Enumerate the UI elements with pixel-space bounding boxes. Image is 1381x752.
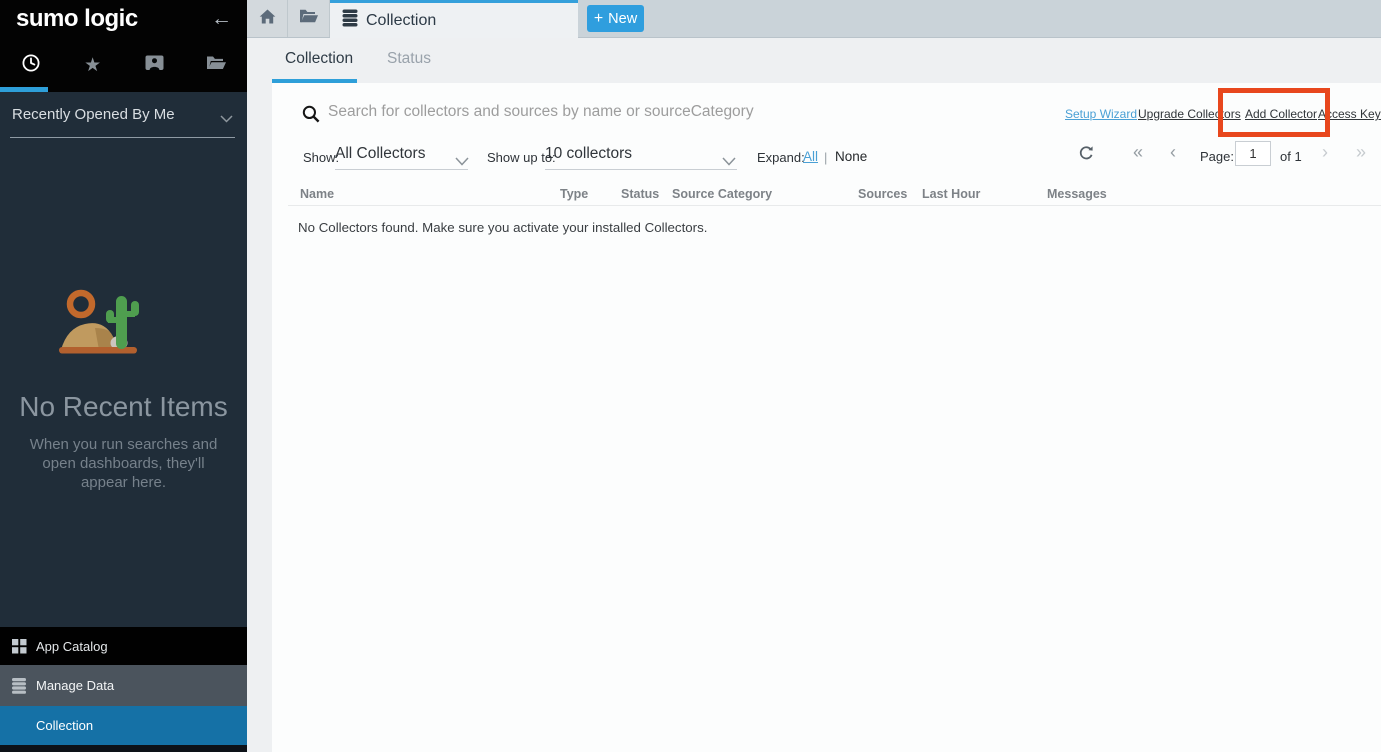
app-window: sumo logic ← ★: [0, 0, 1381, 752]
grid-icon: [12, 639, 36, 654]
collection-panel: Setup Wizard Upgrade Collectors Add Coll…: [272, 83, 1381, 752]
expand-all-link[interactable]: All: [803, 149, 818, 164]
sidebar-bottom-nav: App Catalog Manage Data Collection: [0, 627, 247, 752]
no-recent-items-title: No Recent Items: [0, 391, 247, 423]
column-header-type[interactable]: Type: [560, 187, 588, 201]
page-last-button[interactable]: »: [1356, 142, 1366, 163]
sidebar-tab-recents[interactable]: [0, 40, 62, 90]
app-catalog-label: App Catalog: [36, 639, 108, 654]
no-recent-items-description: When you run searches and open dashboard…: [20, 435, 227, 493]
sidebar-nav-next-row: [0, 745, 247, 752]
column-header-last-hour[interactable]: Last Hour: [922, 187, 980, 201]
top-tab-bar: Collection + New: [247, 0, 1381, 38]
tab-collection[interactable]: Collection: [330, 0, 578, 38]
page-first-button[interactable]: «: [1133, 142, 1143, 163]
column-header-status[interactable]: Status: [621, 187, 659, 201]
database-icon: [12, 678, 36, 694]
page-label: Page:: [1200, 149, 1234, 164]
recently-opened-dropdown[interactable]: Recently Opened By Me: [0, 92, 247, 137]
page-number-input[interactable]: [1235, 141, 1271, 166]
image-person-icon: [145, 55, 164, 76]
clock-icon: [21, 53, 41, 78]
open-folder-icon: [299, 9, 318, 28]
sidebar-header: sumo logic ← ★: [0, 0, 247, 92]
setup-wizard-link[interactable]: Setup Wizard: [1065, 107, 1137, 121]
show-filter-dropdown[interactable]: All Collectors: [335, 145, 425, 163]
collection-label: Collection: [36, 718, 93, 733]
sidebar-item-manage-data[interactable]: Manage Data: [0, 665, 247, 706]
recently-opened-label: Recently Opened By Me: [12, 106, 175, 123]
show-filter-label: Show:: [303, 150, 339, 165]
table-header-divider: [288, 205, 1381, 206]
expand-none-link[interactable]: None: [835, 149, 867, 164]
page-next-button[interactable]: ›: [1322, 142, 1328, 163]
sidebar-item-collection[interactable]: Collection: [0, 706, 247, 745]
sidebar-empty-state: No Recent Items When you run searches an…: [0, 288, 247, 493]
folder-icon: [206, 55, 226, 75]
expand-label: Expand:: [757, 150, 805, 165]
column-header-name[interactable]: Name: [300, 187, 334, 201]
page-total-label: of 1: [1280, 149, 1302, 164]
sidebar-tab-favorites[interactable]: ★: [62, 40, 124, 90]
manage-data-label: Manage Data: [36, 678, 114, 693]
search-input[interactable]: [328, 99, 888, 125]
sumo-logic-logo: sumo logic: [16, 5, 138, 33]
collapse-sidebar-icon[interactable]: ←: [211, 7, 232, 31]
annotation-highlight-box: [1218, 88, 1330, 137]
new-button[interactable]: + New: [587, 5, 644, 32]
sidebar: sumo logic ← ★: [0, 0, 247, 752]
column-header-source-category[interactable]: Source Category: [672, 187, 772, 201]
refresh-icon[interactable]: [1078, 145, 1095, 167]
database-icon: [342, 9, 358, 32]
sub-tab-bar: Collection Status: [247, 38, 1381, 83]
sidebar-tab-dashboards[interactable]: [124, 40, 186, 90]
column-header-sources[interactable]: Sources: [858, 187, 907, 201]
plus-icon: +: [594, 10, 603, 28]
show-up-to-dropdown[interactable]: 10 collectors: [545, 145, 632, 163]
separator: |: [824, 150, 827, 165]
sidebar-icon-tabs: ★: [0, 40, 247, 90]
sidebar-item-app-catalog[interactable]: App Catalog: [0, 627, 247, 665]
no-collectors-message: No Collectors found. Make sure you activ…: [298, 220, 707, 235]
search-icon: [302, 105, 320, 128]
star-icon: ★: [84, 56, 101, 75]
sidebar-tab-library[interactable]: [185, 40, 247, 90]
sidebar-divider: [10, 137, 235, 138]
library-tab-button[interactable]: [288, 0, 330, 37]
home-icon: [259, 9, 276, 29]
new-button-label: New: [608, 11, 637, 27]
dropdown-underline: [335, 169, 468, 170]
chevron-down-icon: [220, 110, 233, 128]
desert-illustration: [59, 288, 189, 360]
page-previous-button[interactable]: ‹: [1170, 142, 1176, 163]
home-tab-button[interactable]: [247, 0, 288, 37]
column-header-messages[interactable]: Messages: [1047, 187, 1107, 201]
subtab-status[interactable]: Status: [387, 50, 431, 68]
tab-collection-label: Collection: [366, 12, 436, 30]
dropdown-underline: [545, 169, 737, 170]
subtab-collection[interactable]: Collection: [285, 50, 353, 68]
